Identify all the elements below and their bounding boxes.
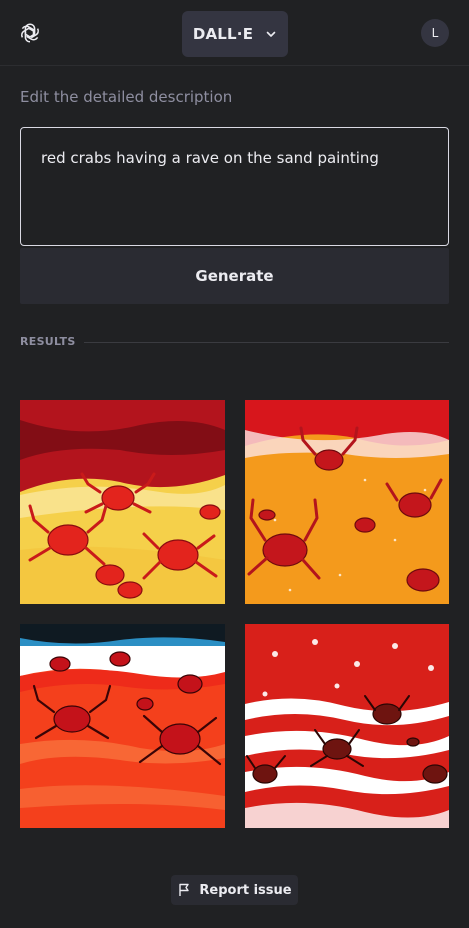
result-image-1[interactable] (20, 400, 225, 604)
result-image-4[interactable] (245, 624, 449, 828)
top-bar: DALL·E L (0, 0, 469, 66)
model-selector-label: DALL·E (192, 25, 254, 43)
crab-painting-image (245, 624, 449, 828)
chevron-down-icon (266, 31, 276, 37)
helper-text: Edit the detailed description (20, 88, 233, 106)
report-issue-button[interactable]: Report issue (171, 875, 298, 905)
generate-button[interactable]: Generate (20, 248, 449, 304)
prompt-value: red crabs having a rave on the sand pain… (41, 149, 379, 167)
crab-painting-image (20, 624, 225, 828)
prompt-textarea[interactable]: red crabs having a rave on the sand pain… (20, 127, 449, 246)
result-image-3[interactable] (20, 624, 225, 828)
crab-painting-image (20, 400, 225, 604)
results-heading: RESULTS (20, 335, 76, 348)
user-avatar[interactable]: L (421, 19, 449, 47)
flag-icon (179, 883, 190, 896)
results-divider (84, 342, 449, 343)
result-image-2[interactable] (245, 400, 449, 604)
report-issue-label: Report issue (199, 882, 292, 898)
crab-painting-image (245, 400, 449, 604)
openai-logo-icon[interactable] (18, 21, 42, 45)
model-selector[interactable]: DALL·E (182, 11, 288, 57)
